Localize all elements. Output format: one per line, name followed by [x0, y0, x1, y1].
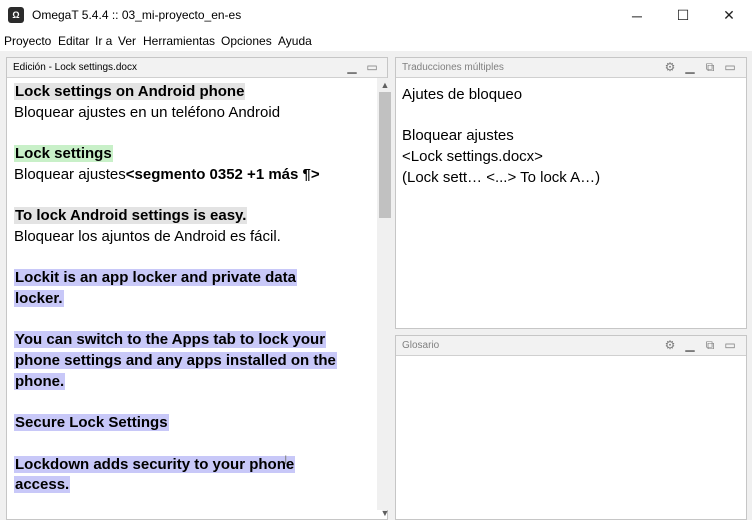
translation-source-file: <Lock settings.docx>: [402, 148, 543, 166]
scroll-thumb[interactable]: [379, 92, 391, 218]
minimize-pane-icon[interactable]: ▁: [683, 338, 697, 352]
untranslated-segment[interactable]: locker.: [14, 289, 64, 307]
omegat-logo-icon: Ω: [8, 7, 24, 23]
translation-context: (Lock sett… <...> To lock A…): [402, 168, 601, 186]
untranslated-segment[interactable]: access.: [14, 476, 71, 494]
undock-icon[interactable]: ⧉: [703, 60, 717, 74]
maximize-pane-icon[interactable]: ▭: [723, 60, 737, 74]
menu-ir-a[interactable]: Ir a: [95, 34, 112, 48]
editor-pane-title: Edición - Lock settings.docx: [13, 62, 137, 73]
multiple-translations-header: Traducciones múltiples ⚙ ▁ ⧉ ▭: [396, 58, 746, 78]
minimize-pane-icon[interactable]: ▁: [683, 60, 697, 74]
editor-scrollbar[interactable]: ▲ ▼: [377, 78, 393, 518]
untranslated-segment[interactable]: phone.: [14, 372, 66, 390]
multiple-translations-title: Traducciones múltiples: [402, 62, 504, 73]
text-cursor-icon: I: [284, 453, 288, 467]
maximize-pane-icon[interactable]: ▭: [723, 338, 737, 352]
untranslated-segment[interactable]: Lockit is an app locker and private data: [14, 269, 297, 287]
translation-entry[interactable]: Bloquear ajustes: [402, 126, 600, 147]
gear-icon[interactable]: ⚙: [663, 338, 677, 352]
maximize-pane-icon[interactable]: ▭: [365, 60, 379, 74]
menu-herramientas[interactable]: Herramientas: [143, 34, 215, 48]
menu-ayuda[interactable]: Ayuda: [278, 34, 312, 48]
target-segment[interactable]: Bloquear ajustes en un teléfono Android: [14, 104, 280, 121]
source-segment[interactable]: Lock settings on Android phone: [14, 83, 246, 100]
editor-pane: Edición - Lock settings.docx ▁ ▭ Lock se…: [6, 57, 393, 520]
segment-marker-tag: <segmento 0352 +1 más ¶>: [125, 165, 320, 183]
translation-entry[interactable]: Ajutes de bloqueo: [402, 85, 600, 106]
untranslated-segment[interactable]: Lockdown adds security to your phone: [14, 455, 296, 473]
close-button[interactable]: ✕: [706, 0, 752, 31]
menu-editar[interactable]: Editar: [58, 34, 89, 48]
menu-opciones[interactable]: Opciones: [221, 34, 272, 48]
target-segment[interactable]: Bloquear los ajuntos de Android es fácil…: [14, 228, 281, 245]
glossary-pane: Glosario ⚙ ▁ ⧉ ▭: [395, 335, 747, 520]
window-title: OmegaT 5.4.4 :: 03_mi-proyecto_en-es: [32, 8, 242, 22]
scroll-up-icon[interactable]: ▲: [377, 78, 393, 92]
untranslated-segment[interactable]: You can switch to the Apps tab to lock y…: [14, 331, 327, 349]
glossary-header: Glosario ⚙ ▁ ⧉ ▭: [396, 336, 746, 356]
multiple-translations-content: Ajutes de bloqueo Bloquear ajustes <Lock…: [402, 85, 600, 189]
editor-pane-header: Edición - Lock settings.docx ▁ ▭: [7, 58, 387, 78]
multiple-translations-pane: Traducciones múltiples ⚙ ▁ ⧉ ▭ Ajutes de…: [395, 57, 747, 329]
menu-bar: Proyecto Editar Ir a Ver Herramientas Op…: [0, 31, 752, 51]
source-segment[interactable]: To lock Android settings is easy.: [14, 207, 248, 225]
menu-proyecto[interactable]: Proyecto: [4, 34, 51, 48]
editor-text-area[interactable]: Lock settings on Android phone Bloquear …: [14, 82, 369, 496]
title-bar: Ω OmegaT 5.4.4 :: 03_mi-proyecto_en-es ─…: [0, 0, 752, 31]
active-target-segment[interactable]: Bloquear ajustes: [14, 166, 126, 183]
minimize-pane-icon[interactable]: ▁: [345, 60, 359, 74]
glossary-title: Glosario: [402, 340, 440, 351]
active-source-segment[interactable]: Lock settings: [14, 145, 113, 163]
undock-icon[interactable]: ⧉: [703, 338, 717, 352]
menu-ver[interactable]: Ver: [118, 34, 136, 48]
scroll-down-icon[interactable]: ▼: [377, 506, 393, 520]
maximize-button[interactable]: ☐: [660, 0, 706, 31]
untranslated-segment[interactable]: Secure Lock Settings: [14, 414, 169, 432]
gear-icon[interactable]: ⚙: [663, 60, 677, 74]
minimize-button[interactable]: ─: [614, 0, 660, 31]
untranslated-segment[interactable]: phone settings and any apps installed on…: [14, 352, 337, 370]
